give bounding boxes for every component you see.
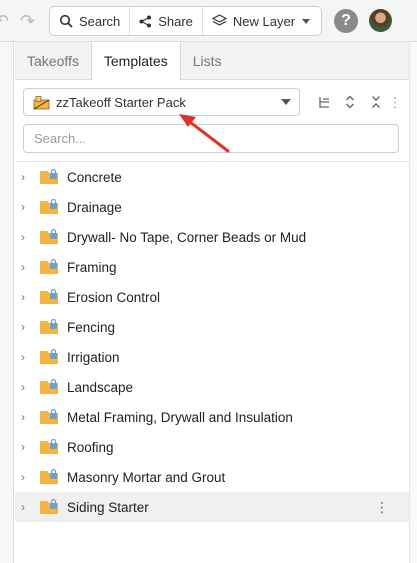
right-edge <box>409 42 417 563</box>
list-item-label: Drainage <box>67 199 122 215</box>
new-layer-button[interactable]: New Layer <box>203 7 319 35</box>
tab-lists[interactable]: Lists <box>181 42 234 80</box>
locked-folder-icon <box>40 498 58 514</box>
list-item[interactable]: › Drainage <box>15 192 409 222</box>
list-item-label: Fencing <box>67 319 116 335</box>
chevron-right-icon[interactable]: › <box>21 200 35 214</box>
search-input[interactable] <box>23 124 399 153</box>
top-toolbar: ↶ ↷ Search Share New Layer ? <box>0 0 417 42</box>
tab-templates[interactable]: Templates <box>90 42 181 81</box>
chevron-right-icon[interactable]: › <box>21 320 35 334</box>
list-item-label: Metal Framing, Drywall and Insulation <box>67 409 293 425</box>
list-item[interactable]: › Drywall- No Tape, Corner Beads or Mud <box>15 222 409 252</box>
caret-down-icon <box>302 18 311 24</box>
chevron-right-icon[interactable]: › <box>21 500 35 514</box>
locked-folder-icon <box>40 288 58 304</box>
chevron-right-icon[interactable]: › <box>21 410 35 424</box>
list-item-label: Irrigation <box>67 349 120 365</box>
share-button-label: Share <box>158 13 193 29</box>
locked-folder-icon <box>40 258 58 274</box>
list-item-label: Framing <box>67 259 117 275</box>
search-button-label: Search <box>79 13 121 29</box>
list-item[interactable]: › Irrigation <box>15 342 409 372</box>
list-item[interactable]: › Masonry Mortar and Grout <box>15 462 409 492</box>
tree-tools: ⋮ <box>311 92 402 112</box>
left-gutter <box>0 42 14 563</box>
locked-folder-icon <box>40 348 58 364</box>
list-item-label: Concrete <box>67 169 122 185</box>
locked-folder-icon <box>40 198 58 214</box>
tree-structure-icon[interactable] <box>311 96 337 109</box>
tab-takeoffs[interactable]: Takeoffs <box>15 42 91 80</box>
chevron-right-icon[interactable]: › <box>21 260 35 274</box>
layers-icon <box>211 14 227 26</box>
locked-folder-icon <box>40 168 58 184</box>
chevron-right-icon[interactable]: › <box>21 230 35 244</box>
list-item-label: Erosion Control <box>67 289 161 305</box>
list-item[interactable]: › Metal Framing, Drywall and Insulation <box>15 402 409 432</box>
new-layer-button-label: New Layer <box>232 13 296 29</box>
locked-folder-icon <box>40 378 58 394</box>
template-pack-value: zzTakeoff Starter Pack <box>56 94 186 110</box>
list-item[interactable]: › Siding Starter ⋮ <box>15 492 409 522</box>
locked-folder-icon <box>40 408 58 424</box>
templates-panel: Takeoffs Templates Lists zzTakeoff Start… <box>15 42 409 563</box>
pack-icon <box>33 95 50 109</box>
list-item[interactable]: › Concrete <box>15 162 409 192</box>
row-menu-icon[interactable]: ⋮ <box>375 499 389 515</box>
chevron-right-icon[interactable]: › <box>21 170 35 184</box>
panel-tabs: Takeoffs Templates Lists <box>15 42 409 81</box>
chevron-right-icon[interactable]: › <box>21 440 35 454</box>
locked-folder-icon <box>40 468 58 484</box>
locked-folder-icon <box>40 228 58 244</box>
list-item-label: Landscape <box>67 379 134 395</box>
list-item[interactable]: › Roofing <box>15 432 409 462</box>
list-item[interactable]: › Landscape <box>15 372 409 402</box>
expand-all-icon[interactable] <box>337 95 363 109</box>
locked-folder-icon <box>40 318 58 334</box>
locked-folder-icon <box>40 438 58 454</box>
list-item[interactable]: › Framing <box>15 252 409 282</box>
redo-icon[interactable]: ↷ <box>20 8 35 34</box>
list-item-label: Roofing <box>67 439 114 455</box>
template-list: › Concrete › Drainage › Drywall- No Tape, Cor… <box>15 162 409 522</box>
undo-icon[interactable]: ↶ <box>0 8 9 34</box>
chevron-right-icon[interactable]: › <box>21 380 35 394</box>
search-button[interactable]: Search <box>50 7 131 35</box>
list-item[interactable]: › Fencing <box>15 312 409 342</box>
toolbar-button-group: Search Share New Layer <box>49 6 322 36</box>
list-item-label: Drywall- No Tape, Corner Beads or Mud <box>67 229 307 245</box>
chevron-right-icon[interactable]: › <box>21 470 35 484</box>
undo-redo-group: ↶ ↷ <box>0 8 44 34</box>
share-button[interactable]: Share <box>130 7 203 35</box>
dropdown-caret-icon <box>281 99 291 105</box>
share-icon <box>139 15 152 27</box>
chevron-right-icon[interactable]: › <box>21 290 35 304</box>
help-icon[interactable]: ? <box>334 9 358 33</box>
template-pack-select[interactable]: zzTakeoff Starter Pack <box>23 88 300 116</box>
avatar[interactable] <box>369 9 392 32</box>
list-item-label: Masonry Mortar and Grout <box>67 469 226 485</box>
search-icon <box>59 14 73 28</box>
chevron-right-icon[interactable]: › <box>21 350 35 364</box>
collapse-all-icon[interactable] <box>363 95 389 109</box>
list-item[interactable]: › Erosion Control <box>15 282 409 312</box>
list-item-label: Siding Starter <box>67 499 149 515</box>
more-options-icon[interactable]: ⋮ <box>388 94 402 111</box>
